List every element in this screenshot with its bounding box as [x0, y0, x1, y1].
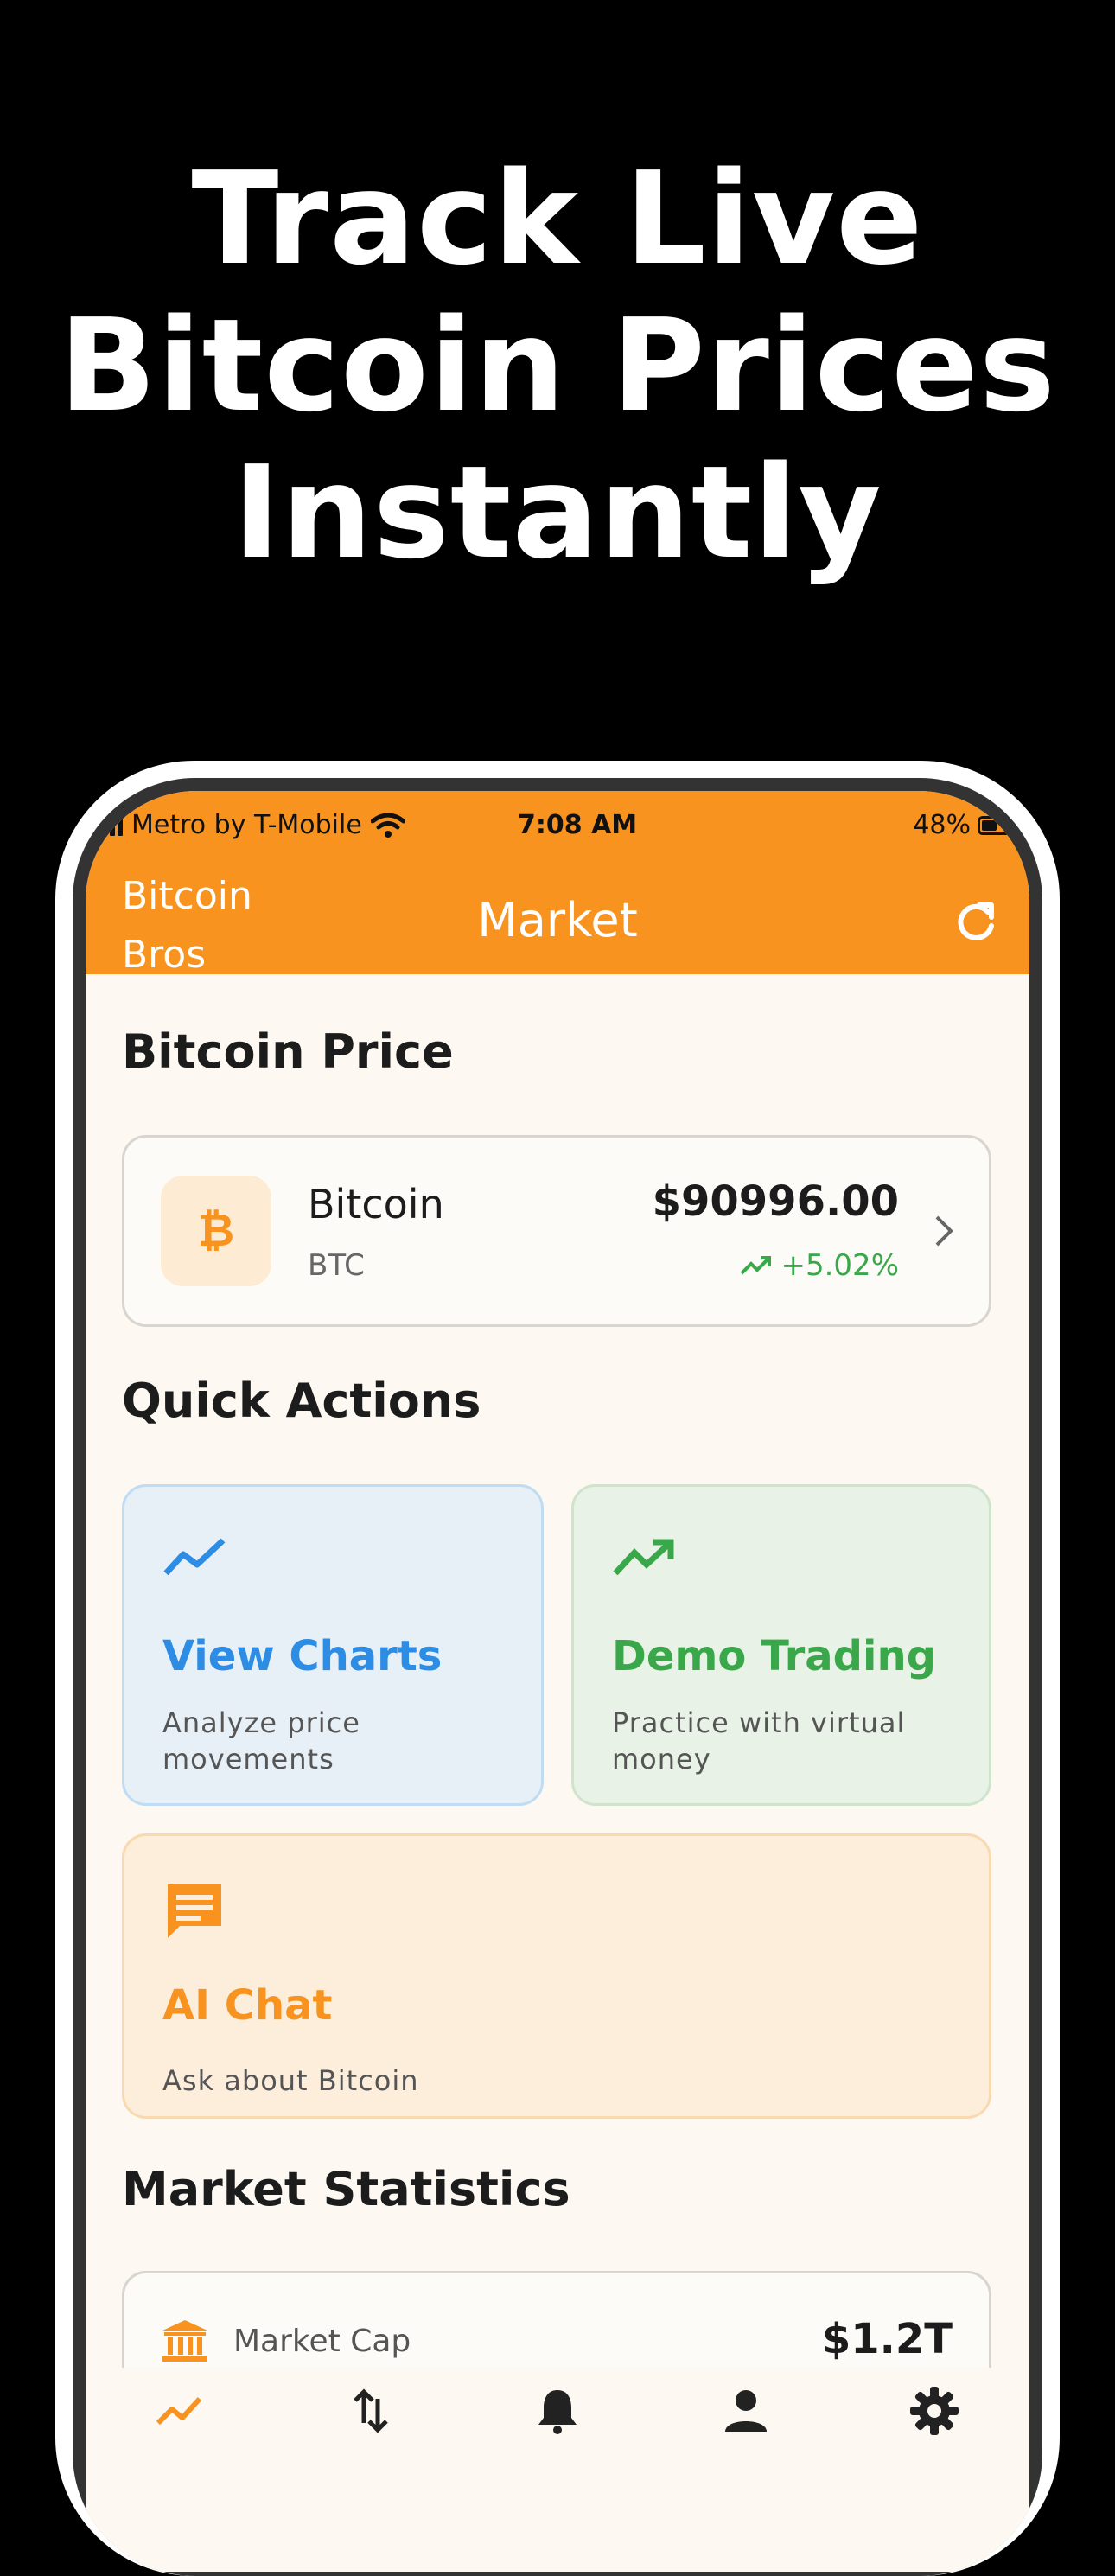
battery: 48% [913, 810, 1016, 840]
price-change: +5.02% [740, 1248, 900, 1283]
refresh-icon[interactable] [953, 900, 998, 945]
coin-symbol: BTC [308, 1248, 365, 1283]
status-bar: Metro by T-Mobile 7:08 AM 48% [86, 791, 1029, 851]
demo-trading-title: Demo Trading [612, 1632, 936, 1680]
nav-settings-icon[interactable] [908, 2385, 960, 2437]
phone-frame: Metro by T-Mobile 7:08 AM 48% Bitcoin Br… [55, 761, 1060, 2576]
bitcoin-price-card[interactable]: ₿ Bitcoin BTC $90996.00 +5.02% [122, 1135, 991, 1327]
view-charts-card[interactable]: View Charts Analyze price movements [122, 1484, 544, 1806]
status-time: 7:08 AM [518, 810, 638, 840]
ai-chat-subtitle: Ask about Bitcoin [162, 2064, 419, 2097]
ai-chat-card[interactable]: AI Chat Ask about Bitcoin [122, 1833, 991, 2119]
app-screen: Metro by T-Mobile 7:08 AM 48% Bitcoin Br… [86, 791, 1029, 2572]
chat-icon [168, 1884, 221, 1938]
section-title-quick-actions: Quick Actions [122, 1374, 481, 1428]
carrier: Metro by T-Mobile [94, 810, 405, 840]
signal-icon [94, 814, 123, 836]
nav-swap-icon[interactable] [345, 2385, 397, 2437]
line-chart-icon [163, 1538, 226, 1576]
ai-chat-title: AI Chat [162, 1981, 333, 2030]
nav-bell-icon[interactable] [532, 2385, 583, 2437]
price-change-value: +5.02% [780, 1248, 900, 1283]
section-title-price: Bitcoin Price [122, 1024, 454, 1079]
wifi-icon [370, 813, 405, 838]
demo-trading-subtitle: Practice with virtual money [612, 1706, 906, 1776]
trending-up-icon [740, 1256, 771, 1275]
headline-line-1: Track Live [191, 144, 924, 293]
battery-icon [978, 815, 1016, 835]
phone-bezel: Metro by T-Mobile 7:08 AM 48% Bitcoin Br… [73, 778, 1042, 2576]
section-title-market-stats: Market Statistics [122, 2162, 570, 2216]
bank-icon [162, 2320, 207, 2362]
app-bar: Metro by T-Mobile 7:08 AM 48% Bitcoin Br… [86, 791, 1029, 977]
page-title: Market [477, 893, 638, 947]
bitcoin-icon: ₿ [161, 1176, 271, 1286]
bottom-nav [86, 2368, 1029, 2572]
headline: Track Live Bitcoin Prices Instantly [0, 145, 1115, 586]
trending-up-icon [613, 1539, 674, 1576]
nav-chart-icon[interactable] [153, 2385, 205, 2437]
market-cap-label: Market Cap [233, 2324, 411, 2359]
carrier-name: Metro by T-Mobile [131, 810, 362, 840]
nav-person-icon[interactable] [720, 2385, 772, 2437]
coin-price: $90996.00 [652, 1177, 899, 1226]
view-charts-subtitle: Analyze price movements [162, 1706, 360, 1776]
headline-line-2: Bitcoin Prices [59, 291, 1056, 440]
battery-percent: 48% [913, 810, 971, 840]
chevron-right-icon [935, 1215, 953, 1247]
coin-name: Bitcoin [308, 1181, 444, 1227]
headline-line-3: Instantly [233, 438, 882, 587]
view-charts-title: View Charts [162, 1632, 443, 1680]
demo-trading-card[interactable]: Demo Trading Practice with virtual money [571, 1484, 991, 1806]
market-cap-value: $1.2T [821, 2315, 953, 2363]
